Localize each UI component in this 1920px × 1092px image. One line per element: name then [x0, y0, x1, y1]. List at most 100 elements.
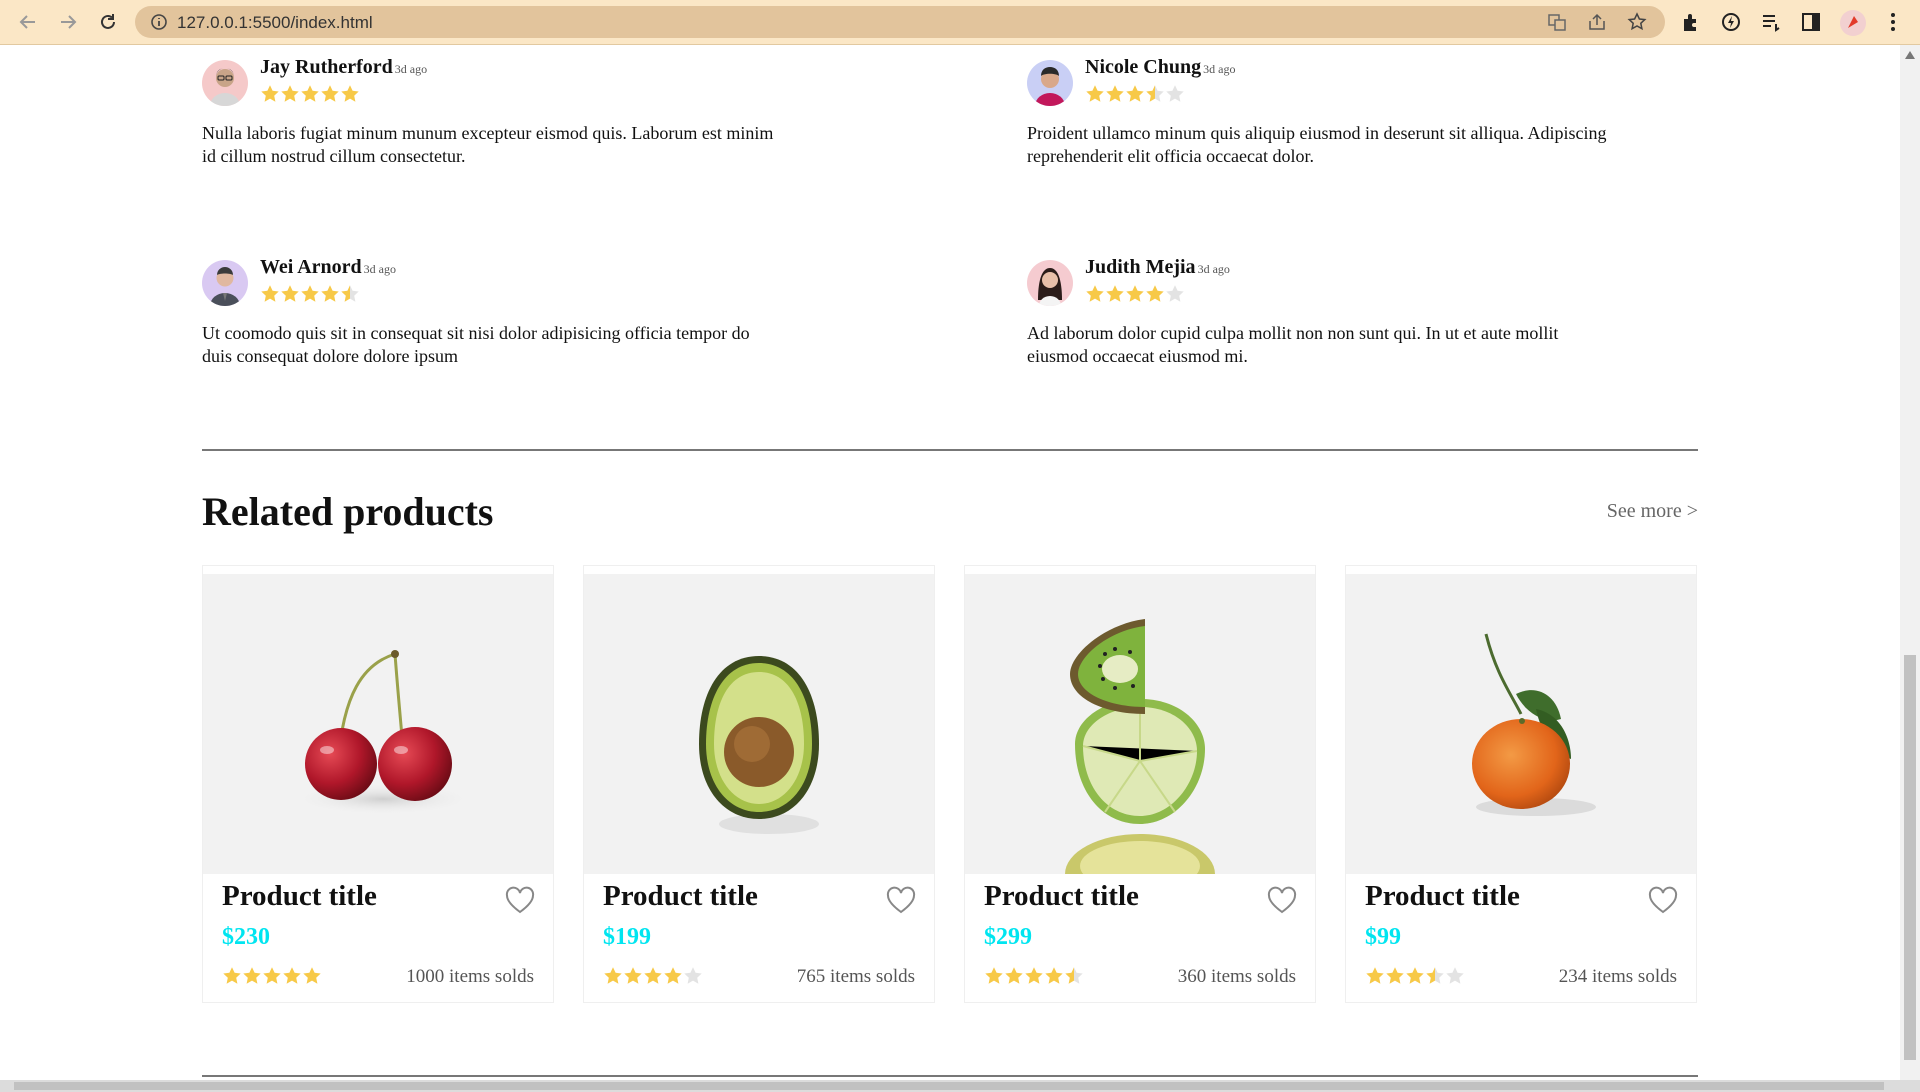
- reload-button[interactable]: [94, 8, 122, 36]
- bookmark-star-icon[interactable]: [1627, 12, 1647, 32]
- reviewer-name: Nicole Chung 3d ago: [1085, 56, 1236, 78]
- items-sold: 765 items solds: [796, 966, 915, 987]
- star-full-icon: [985, 967, 1003, 984]
- person-icon: [1038, 268, 1062, 306]
- reviewer-name: Judith Mejia 3d ago: [1085, 256, 1230, 278]
- forward-button[interactable]: [54, 8, 82, 36]
- star-full-icon: [1366, 967, 1384, 984]
- back-button[interactable]: [14, 8, 42, 36]
- star-full-icon: [243, 967, 261, 984]
- avatar: [202, 60, 248, 106]
- vertical-scrollbar[interactable]: [1900, 45, 1920, 1080]
- star-full-icon: [624, 967, 642, 984]
- product-image-cherries[interactable]: [203, 574, 553, 874]
- star-full-icon: [321, 85, 339, 102]
- star-full-icon: [261, 85, 279, 102]
- product-price: $99: [1365, 924, 1401, 950]
- star-full-icon: [1146, 285, 1164, 302]
- review-text: Ad laborum dolor cupid culpa mollit non …: [1027, 323, 1559, 366]
- review-time: 3d ago: [1203, 62, 1236, 76]
- star-full-icon: [1086, 85, 1104, 102]
- side-panel-icon[interactable]: [1800, 11, 1822, 33]
- reading-list-icon[interactable]: [1760, 11, 1782, 33]
- star-half-icon: [1426, 967, 1444, 984]
- product-image-kiwi-lime[interactable]: [965, 574, 1315, 874]
- extensions-icon[interactable]: [1680, 11, 1702, 33]
- site-info-icon[interactable]: [149, 12, 169, 32]
- avatar: [1027, 260, 1073, 306]
- star-rating: [260, 284, 360, 304]
- section-divider: [202, 1075, 1698, 1077]
- product-card[interactable]: Product title $199 765 items solds: [583, 565, 935, 1003]
- product-card[interactable]: Product title $99 234 items solds: [1345, 565, 1697, 1003]
- menu-dots-icon[interactable]: [1882, 11, 1904, 33]
- heart-icon[interactable]: [1648, 886, 1678, 916]
- items-sold: 360 items solds: [1177, 966, 1296, 987]
- translate-icon[interactable]: [1547, 12, 1567, 32]
- heart-icon[interactable]: [505, 886, 535, 916]
- see-more-link[interactable]: See more >: [1607, 500, 1698, 523]
- vertical-scroll-thumb[interactable]: [1904, 655, 1916, 1060]
- section-divider: [202, 449, 1698, 451]
- star-full-icon: [1045, 967, 1063, 984]
- arrow-left-icon: [19, 15, 35, 29]
- product-card[interactable]: Product title $299 360 items solds: [964, 565, 1316, 1003]
- share-icon[interactable]: [1587, 12, 1607, 32]
- avatar: [1027, 60, 1073, 106]
- product-card[interactable]: Product title $230 1000 items solds: [202, 565, 554, 1003]
- section-title: Related products: [202, 489, 494, 534]
- heart-icon[interactable]: [886, 886, 916, 916]
- star-full-icon: [341, 85, 359, 102]
- review-text: Proident ullamco minum quis aliquip eius…: [1027, 123, 1607, 166]
- extension-bolt-icon[interactable]: [1720, 11, 1742, 33]
- star-rating: [222, 966, 322, 986]
- browser-toolbar: 127.0.0.1:5500/index.html: [0, 0, 1920, 45]
- review-text: Ut coomodo quis sit in consequat sit nis…: [202, 323, 750, 366]
- star-full-icon: [664, 967, 682, 984]
- star-rating: [603, 966, 703, 986]
- product-title[interactable]: Product title: [984, 880, 1139, 913]
- star-rating: [1085, 284, 1185, 304]
- star-full-icon: [1005, 967, 1023, 984]
- star-full-icon: [301, 285, 319, 302]
- star-full-icon: [1025, 967, 1043, 984]
- star-rating: [984, 966, 1084, 986]
- product-image-avocado[interactable]: [584, 574, 934, 874]
- star-half-icon: [1146, 85, 1164, 102]
- person-icon: [210, 267, 240, 306]
- star-empty-icon: [1446, 967, 1464, 984]
- product-price: $199: [603, 924, 651, 950]
- review-time: 3d ago: [1197, 262, 1230, 276]
- star-full-icon: [303, 967, 321, 984]
- star-half-icon: [341, 285, 359, 302]
- profile-avatar[interactable]: [1840, 10, 1866, 36]
- product-title[interactable]: Product title: [603, 880, 758, 913]
- heart-icon[interactable]: [1267, 886, 1297, 916]
- address-bar[interactable]: 127.0.0.1:5500/index.html: [135, 6, 1665, 38]
- review-card: Jay Rutherford 3d ago Nulla laboris fugia…: [202, 48, 782, 198]
- horizontal-scrollbar[interactable]: [0, 1080, 1920, 1092]
- star-full-icon: [321, 285, 339, 302]
- product-title[interactable]: Product title: [222, 880, 377, 913]
- star-empty-icon: [1166, 285, 1184, 302]
- items-sold: 234 items solds: [1558, 966, 1677, 987]
- star-rating: [1085, 84, 1185, 104]
- scroll-up-icon[interactable]: [1905, 51, 1915, 59]
- review-card: Nicole Chung 3d ago Proident ullamco minu…: [1027, 48, 1607, 198]
- reload-icon: [101, 14, 115, 29]
- star-full-icon: [644, 967, 662, 984]
- star-full-icon: [1106, 85, 1124, 102]
- horizontal-scroll-thumb[interactable]: [14, 1082, 1884, 1090]
- product-image-tangerine[interactable]: [1346, 574, 1696, 874]
- star-rating: [260, 84, 360, 104]
- url-text: 127.0.0.1:5500/index.html: [177, 13, 373, 32]
- star-full-icon: [281, 285, 299, 302]
- review-text: Nulla laboris fugiat minum munum excepte…: [202, 123, 774, 166]
- product-title[interactable]: Product title: [1365, 880, 1520, 913]
- items-sold: 1000 items solds: [406, 966, 534, 987]
- reviewer-name: Wei Arnord 3d ago: [260, 256, 396, 278]
- star-full-icon: [223, 967, 241, 984]
- product-price: $230: [222, 924, 270, 950]
- star-full-icon: [261, 285, 279, 302]
- review-time: 3d ago: [363, 262, 396, 276]
